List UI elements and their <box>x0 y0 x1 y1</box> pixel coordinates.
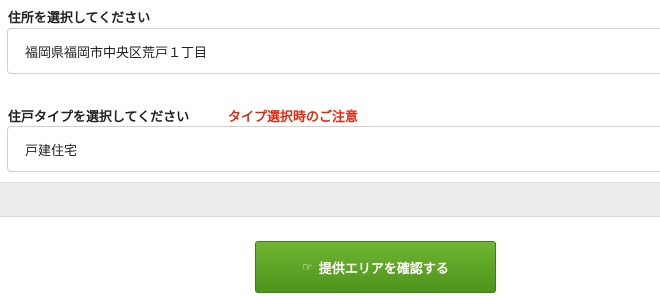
address-selected-value: 福岡県福岡市中央区荒戸１丁目 <box>25 46 208 61</box>
check-service-area-button-label: 提供エリアを確認する <box>318 261 449 277</box>
housing-type-notice-link[interactable]: タイプ選択時のご注意 <box>228 106 358 125</box>
housing-type-selected-value: 戸建住宅 <box>25 144 78 159</box>
section-divider-band <box>0 182 660 217</box>
check-service-area-button[interactable]: ☞ 提供エリアを確認する <box>255 241 496 293</box>
availability-form: 住所を選択してください 福岡県福岡市中央区荒戸１丁目 住戸タイプを選択してくださ… <box>0 0 660 300</box>
pointing-hand-icon: ☞ <box>302 260 313 274</box>
address-label: 住所を選択してください <box>8 11 151 26</box>
housing-type-select[interactable]: 戸建住宅 <box>7 126 660 172</box>
address-select[interactable]: 福岡県福岡市中央区荒戸１丁目 <box>7 28 660 74</box>
housing-type-label: 住戸タイプを選択してください <box>8 110 190 125</box>
